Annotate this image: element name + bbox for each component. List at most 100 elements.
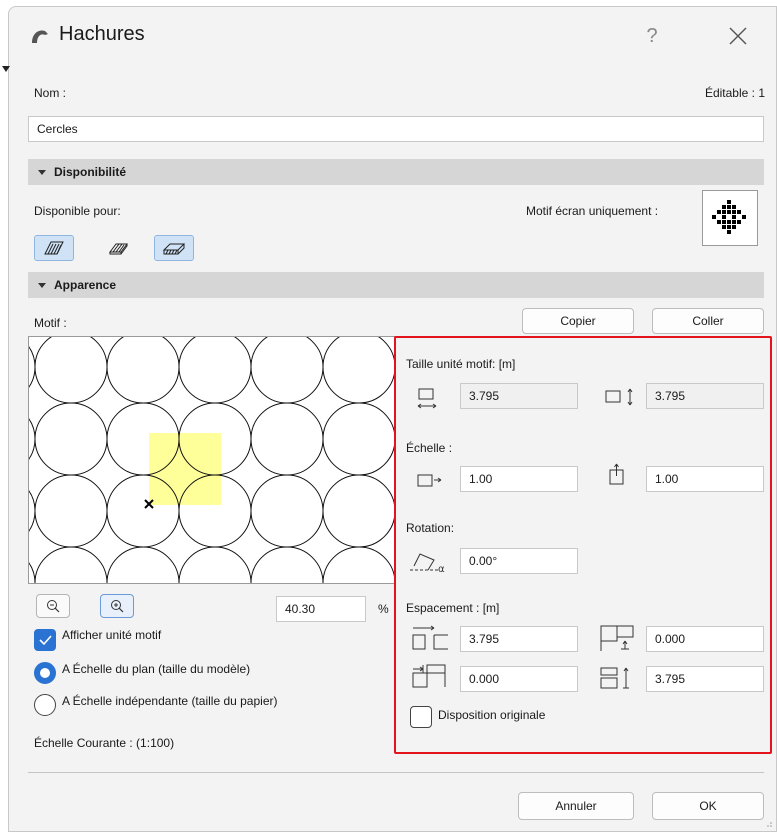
scale-y-field[interactable]: 1.00 [646, 466, 764, 492]
ok-button[interactable]: OK [652, 792, 764, 820]
pattern-unit-highlight [149, 433, 221, 505]
dotted-pattern-icon [712, 200, 746, 234]
pattern-dot [727, 225, 731, 229]
fill-floor-plan-button[interactable] [34, 235, 74, 261]
pattern-circle [34, 474, 108, 548]
section-appearance[interactable]: Apparence [28, 272, 764, 298]
spacing-y-icon [600, 667, 629, 689]
scale-x-field[interactable]: 1.00 [460, 466, 578, 492]
pattern-dot [722, 220, 726, 224]
help-button[interactable]: ? [637, 19, 667, 53]
pattern-circle [34, 546, 108, 583]
close-icon[interactable] [721, 19, 755, 53]
zoom-out-button[interactable] [36, 594, 70, 618]
pattern-dot [722, 210, 726, 214]
scale-y-icon [609, 463, 624, 485]
fill-cover-icon [162, 243, 186, 255]
spacing-offset-x-icon [412, 664, 446, 688]
current-scale-label: Échelle Courante : (1:100) [34, 736, 175, 750]
pattern-dot [732, 205, 736, 209]
fill-cover-button[interactable] [154, 235, 194, 261]
svg-text:α: α [438, 564, 445, 574]
pattern-dot [732, 215, 736, 219]
pattern-circle [250, 546, 324, 583]
zoom-field[interactable]: 40.30 [276, 596, 366, 622]
pattern-circle [322, 337, 395, 404]
dialog-title: Hachures [59, 23, 145, 45]
unit-height-icon [605, 388, 633, 406]
pattern-dot [727, 230, 731, 234]
pattern-dot [722, 205, 726, 209]
section-availability[interactable]: Disponibilité [28, 159, 764, 185]
rotation-angle-icon: α [410, 553, 445, 574]
section-availability-title: Disponibilité [54, 165, 126, 179]
spacing-offset-x-field[interactable]: 0.000 [460, 666, 578, 692]
unit-width-field: 3.795 [460, 383, 578, 409]
resize-grip-icon[interactable] [763, 818, 773, 828]
pattern-circle [29, 490, 36, 532]
pattern-dot [722, 215, 726, 219]
spacing-offset-y-field[interactable]: 0.000 [646, 626, 764, 652]
pattern-circle [322, 402, 395, 476]
unit-size-label: Taille unité motif: [m] [406, 357, 516, 371]
editable-label: Éditable : 1 [704, 86, 765, 100]
pattern-circle [322, 474, 395, 548]
paste-button[interactable]: Coller [652, 308, 764, 334]
pattern-circle [178, 337, 252, 404]
copy-button[interactable]: Copier [522, 308, 634, 334]
pattern-circle [250, 474, 324, 548]
motif-label: Motif : [34, 316, 67, 330]
available-for-label: Disponible pour: [34, 204, 121, 218]
scale-x-icon [417, 474, 442, 487]
rotation-label: Rotation: [406, 521, 455, 535]
pattern-preview[interactable] [28, 336, 396, 584]
unit-height-field: 3.795 [646, 383, 764, 409]
pattern-circle [106, 337, 180, 404]
pattern-dot [737, 220, 741, 224]
pattern-circle [29, 418, 36, 460]
pattern-dot [732, 210, 736, 214]
pattern-circle [250, 337, 324, 404]
pattern-circle [178, 546, 252, 583]
spacing-label: Espacement : [m] [406, 601, 500, 615]
scale-plan-label: A Échelle du plan (taille du modèle) [62, 662, 251, 676]
fill-cut-button[interactable] [98, 235, 138, 261]
pattern-circle [34, 402, 108, 476]
scale-plan-radio[interactable] [34, 662, 56, 684]
zoom-in-button[interactable] [100, 594, 134, 618]
checkmark-icon [39, 635, 52, 646]
pattern-dot [732, 225, 736, 229]
pattern-circle [29, 346, 36, 388]
footer-separator [28, 772, 764, 773]
pattern-dot [727, 220, 731, 224]
pattern-dot [727, 210, 731, 214]
scale-independent-radio[interactable] [34, 694, 56, 716]
name-label: Nom : [34, 86, 67, 100]
show-unit-checkbox[interactable] [34, 629, 56, 651]
scale-label: Échelle : [406, 441, 453, 455]
pattern-dot [717, 210, 721, 214]
zoom-in-icon [111, 600, 124, 613]
spacing-x-field[interactable]: 3.795 [460, 626, 578, 652]
name-field[interactable]: Cercles [28, 116, 764, 142]
chevron-down-icon [38, 169, 46, 175]
pattern-circle [250, 402, 324, 476]
fill-floor-plan-icon [44, 241, 64, 255]
pattern-circle [34, 337, 108, 404]
pattern-circle [106, 546, 180, 583]
archicad-logo-icon [32, 30, 48, 43]
pattern-dot [727, 205, 731, 209]
spacing-x-icon [412, 625, 448, 650]
original-layout-label: Disposition originale [438, 708, 546, 722]
cancel-button[interactable]: Annuler [518, 792, 634, 820]
spacing-y-field[interactable]: 3.795 [646, 666, 764, 692]
show-unit-label: Afficher unité motif [62, 628, 162, 642]
screen-pattern-preview[interactable] [702, 190, 758, 246]
pattern-dot [717, 220, 721, 224]
pattern-dot [742, 215, 746, 219]
original-layout-checkbox[interactable] [410, 706, 432, 728]
rotation-field[interactable]: 0.00° [460, 548, 578, 574]
collapse-arrow-icon[interactable] [2, 66, 10, 72]
pattern-circle [106, 474, 180, 548]
zoom-out-icon [47, 600, 60, 613]
